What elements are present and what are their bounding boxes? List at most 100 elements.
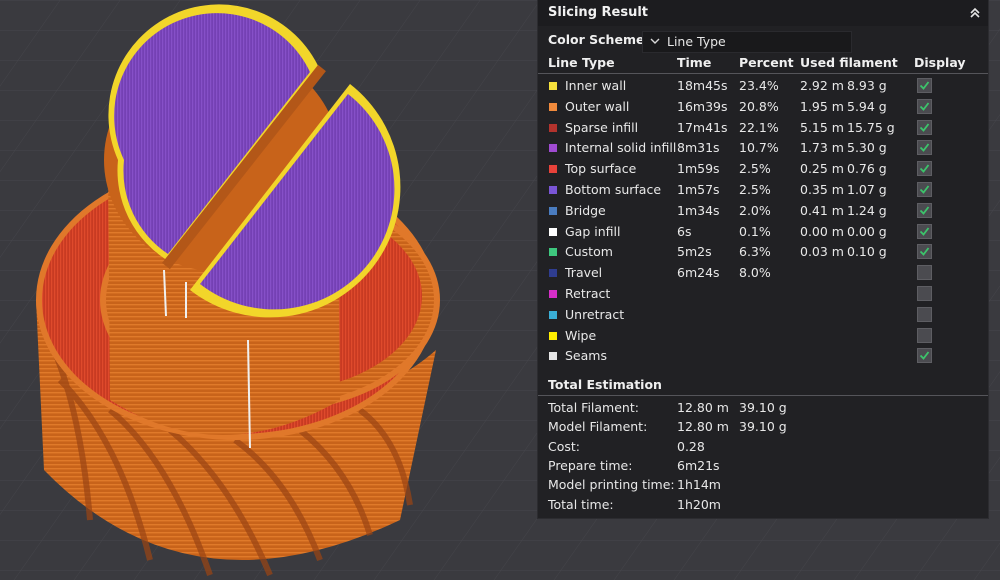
line-type-weight: 5.30 g [847,140,887,156]
display-checkbox[interactable] [917,244,932,260]
table-row: Internal solid infill 8m31s 10.7% 1.73 m 5.3… [538,138,988,158]
line-type-percent: 10.7% [739,140,779,156]
line-type-weight: 1.07 g [847,182,887,197]
total-label: Model printing time: [548,477,675,493]
display-checkbox[interactable] [917,265,932,281]
line-type-name: Outer wall [565,98,630,114]
display-checkbox[interactable] [917,140,932,156]
color-swatch [549,331,557,340]
total-label: Total time: [548,496,614,512]
line-type-percent: 2.5% [739,161,771,177]
check-icon [919,247,930,257]
double-chevron-up-icon[interactable] [968,6,982,20]
table-row: Travel 6m24s 8.0% [538,263,988,283]
check-icon [919,81,930,90]
line-type-percent: 23.4% [739,78,779,93]
line-type-length: 0.35 m [800,182,844,197]
column-time: Time [677,55,712,70]
table-row: Retract [538,284,988,304]
total-value-primary: 12.80 m [677,400,729,415]
line-type-name: Bottom surface [565,182,662,197]
color-swatch [549,290,557,298]
line-type-weight: 8.93 g [847,78,887,93]
check-icon [919,227,930,236]
line-type-percent: 0.1% [739,223,771,239]
total-value-primary: 12.80 m [677,419,729,435]
line-type-percent: 22.1% [739,119,779,135]
total-row: Cost: 0.28 [538,437,988,456]
line-type-name: Top surface [565,161,637,177]
line-type-name: Wipe [565,327,597,343]
line-type-weight: 0.10 g [847,244,887,260]
line-type-name: Sparse infill [565,119,639,135]
display-checkbox[interactable] [917,327,932,343]
column-display: Display [914,55,966,70]
line-type-length: 0.41 m [800,202,844,218]
color-swatch [549,352,557,361]
check-icon [919,185,930,194]
line-type-length: 2.92 m [800,78,844,93]
panel-header: Slicing Result [538,0,988,26]
display-checkbox[interactable] [917,202,932,218]
color-scheme-value: Line Type [667,34,726,49]
table-row: Sparse infill 17m41s 22.1% 5.15 m 15.75 g [538,118,988,138]
display-checkbox[interactable] [917,78,932,93]
panel-title: Slicing Result [548,5,649,20]
line-type-name: Retract [565,286,611,301]
display-checkbox[interactable] [917,119,932,135]
display-checkbox[interactable] [917,223,932,239]
table-row: Gap infill 6s 0.1% 0.00 m 0.00 g [538,222,988,242]
color-swatch [549,165,557,174]
divider [538,73,988,74]
table-row: Top surface 1m59s 2.5% 0.25 m 0.76 g [538,159,988,179]
check-icon [919,206,930,215]
line-type-weight: 1.24 g [847,202,887,218]
check-icon [919,102,930,111]
column-line-type: Line Type [548,55,615,70]
color-swatch [549,269,557,278]
slicing-result-panel: Slicing Result Color Scheme Line Type Li… [538,0,988,518]
line-type-percent: 20.8% [739,98,779,114]
line-type-name: Inner wall [565,78,627,93]
check-icon [919,351,930,361]
table-row: Bridge 1m34s 2.0% 0.41 m 1.24 g [538,201,988,221]
table-row: Outer wall 16m39s 20.8% 1.95 m 5.94 g [538,97,988,117]
check-icon [919,143,930,153]
total-row: Total Filament: 12.80 m 39.10 g [538,398,988,417]
line-type-length: 1.73 m [800,140,844,156]
line-type-weight: 15.75 g [847,119,895,135]
line-type-percent: 2.5% [739,182,771,197]
line-type-name: Bridge [565,202,606,218]
total-value-primary: 0.28 [677,438,705,454]
line-type-weight: 0.76 g [847,161,887,177]
display-checkbox[interactable] [917,348,932,364]
table-row: Custom 5m2s 6.3% 0.03 m 0.10 g [538,242,988,262]
display-checkbox[interactable] [917,98,932,114]
color-swatch [549,144,557,153]
line-type-name: Seams [565,348,607,364]
line-type-time: 1m57s [677,182,720,197]
table-row: Bottom surface 1m57s 2.5% 0.35 m 1.07 g [538,180,988,200]
line-type-weight: 0.00 g [847,223,887,239]
display-checkbox[interactable] [917,306,932,322]
total-row: Model printing time: 1h14m [538,475,988,494]
total-label: Total Filament: [548,400,639,415]
divider [538,395,988,396]
total-estimation-title: Total Estimation [548,377,662,392]
total-value-primary: 6m21s [677,457,720,473]
display-checkbox[interactable] [917,286,932,301]
color-swatch [549,186,557,194]
color-scheme-dropdown[interactable]: Line Type [642,31,852,53]
display-checkbox[interactable] [917,161,932,177]
line-type-length: 0.03 m [800,244,844,260]
color-swatch [549,123,557,132]
line-type-percent: 2.0% [739,202,771,218]
line-type-time: 1m34s [677,202,720,218]
line-type-percent: 6.3% [739,244,771,260]
line-type-time: 17m41s [677,119,728,135]
table-row: Wipe [538,326,988,346]
table-row: Unretract [538,305,988,325]
color-swatch [549,227,557,236]
total-row: Prepare time: 6m21s [538,456,988,475]
display-checkbox[interactable] [917,182,932,197]
